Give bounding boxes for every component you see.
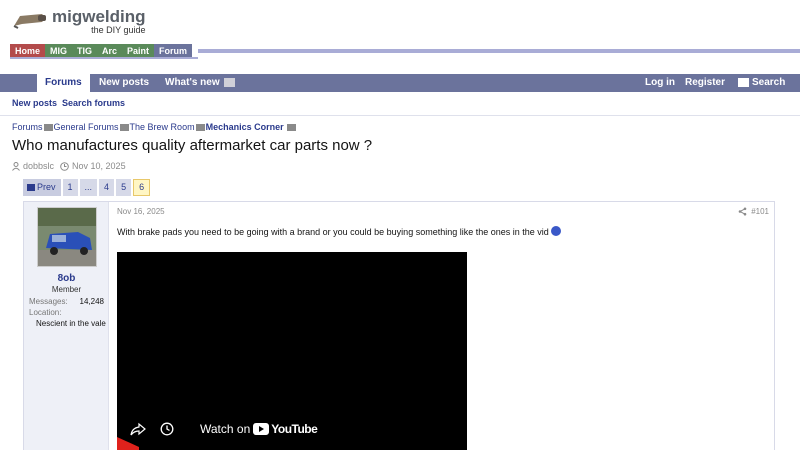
header-divider xyxy=(198,49,800,53)
prev-page-button[interactable]: Prev xyxy=(23,179,61,196)
clock-icon xyxy=(60,161,69,171)
subnav-new-posts[interactable]: New posts xyxy=(12,98,57,108)
site-tab-home[interactable]: Home xyxy=(10,44,46,58)
page-link-current[interactable]: 6 xyxy=(133,179,151,196)
nav-tab-whats-new-label: What's new xyxy=(165,77,220,88)
search-button-label: Search xyxy=(752,77,786,88)
thread-date[interactable]: Nov 10, 2025 xyxy=(72,161,126,171)
location-label: Location: xyxy=(29,308,62,317)
nav-tab-forums[interactable]: Forums xyxy=(37,74,90,93)
messages-label: Messages: xyxy=(29,297,68,306)
location-value: Nescient in the vale xyxy=(36,319,106,328)
page-link-4[interactable]: 4 xyxy=(99,179,115,196)
avatar[interactable] xyxy=(37,207,97,267)
watch-on-label: Watch on xyxy=(200,422,251,436)
youtube-play-icon xyxy=(253,423,270,435)
prev-page-label: Prev xyxy=(37,182,56,192)
header-divider-under-tabs xyxy=(10,57,198,59)
post-user-panel: 8ob Member Messages: 14,248 Location: Ne… xyxy=(24,202,109,450)
breadcrumb-forums[interactable]: Forums xyxy=(12,122,43,132)
page-link-5[interactable]: 5 xyxy=(116,179,132,196)
post-number-link[interactable]: #101 xyxy=(751,207,769,216)
site-logo[interactable]: migwelding the DIY guide xyxy=(12,8,146,35)
dropdown-icon[interactable] xyxy=(223,77,235,87)
site-tab-arc[interactable]: Arc xyxy=(97,44,123,58)
breadcrumb-separator-icon xyxy=(119,123,129,131)
watch-later-icon[interactable] xyxy=(160,422,174,436)
breadcrumb-general-forums[interactable]: General Forums xyxy=(54,122,119,132)
post-number: #101 xyxy=(738,207,769,216)
post-username[interactable]: 8ob xyxy=(24,273,109,284)
breadcrumb-separator-icon xyxy=(43,123,53,131)
site-tabs: Home MIG TIG Arc Paint Forum xyxy=(10,44,193,58)
logo-title: migwelding xyxy=(52,7,146,26)
search-icon xyxy=(738,77,749,87)
post-body: With brake pads you need to be going wit… xyxy=(117,226,561,237)
share-icon[interactable] xyxy=(738,207,747,216)
emoji-icon xyxy=(550,226,561,236)
user-icon xyxy=(12,161,20,171)
nav-tab-new-posts[interactable]: New posts xyxy=(99,74,149,92)
post-date[interactable]: Nov 16, 2025 xyxy=(117,207,165,216)
site-tab-paint[interactable]: Paint xyxy=(122,44,155,58)
post: 8ob Member Messages: 14,248 Location: Ne… xyxy=(23,201,775,450)
thread-author[interactable]: dobbslc xyxy=(23,161,54,171)
page-ellipsis[interactable]: ... xyxy=(79,179,98,196)
pagination: Prev 1 ... 4 5 6 xyxy=(23,179,152,196)
subnav-search-forums[interactable]: Search forums xyxy=(62,98,125,108)
post-content: Nov 16, 2025 #101 With brake pads you ne… xyxy=(117,202,775,450)
breadcrumb-mechanics-corner[interactable]: Mechanics Corner xyxy=(206,122,284,132)
youtube-video-embed[interactable]: Watch on YouTube xyxy=(117,252,467,450)
register-link[interactable]: Register xyxy=(685,74,725,92)
search-button[interactable]: Search xyxy=(738,74,785,92)
sub-navigation: New posts Search forums xyxy=(0,92,800,116)
prev-arrow-icon xyxy=(27,184,35,191)
messages-count: 14,248 xyxy=(79,297,104,306)
site-tab-forum[interactable]: Forum xyxy=(154,44,193,58)
page-link-1[interactable]: 1 xyxy=(62,179,78,196)
nav-tab-whats-new[interactable]: What's new xyxy=(165,74,235,92)
site-tab-tig[interactable]: TIG xyxy=(72,44,98,58)
video-progress-marker xyxy=(117,437,139,450)
forum-nav-bar: Forums New posts What's new Log in Regis… xyxy=(0,74,800,93)
watch-on-youtube-button[interactable]: Watch on YouTube xyxy=(200,422,318,436)
site-tab-mig[interactable]: MIG xyxy=(45,44,73,58)
breadcrumb: Forums General Forums The Brew Room Mech… xyxy=(12,122,297,132)
breadcrumb-separator-icon xyxy=(286,123,296,131)
welding-torch-logo-icon xyxy=(12,8,48,30)
thread-title: Who manufactures quality aftermarket car… xyxy=(12,137,373,154)
post-body-text: With brake pads you need to be going wit… xyxy=(117,227,549,237)
user-title: Member xyxy=(51,285,82,294)
thread-meta: dobbslc Nov 10, 2025 xyxy=(12,161,126,171)
breadcrumb-separator-icon xyxy=(195,123,205,131)
video-share-icon[interactable] xyxy=(130,422,146,436)
breadcrumb-brew-room[interactable]: The Brew Room xyxy=(130,122,195,132)
youtube-wordmark: YouTube xyxy=(271,422,318,436)
youtube-logo-icon: YouTube xyxy=(253,422,318,436)
logo-subtitle: the DIY guide xyxy=(91,25,146,35)
site-header: migwelding the DIY guide Home MIG TIG Ar… xyxy=(0,0,800,60)
login-link[interactable]: Log in xyxy=(645,74,675,92)
